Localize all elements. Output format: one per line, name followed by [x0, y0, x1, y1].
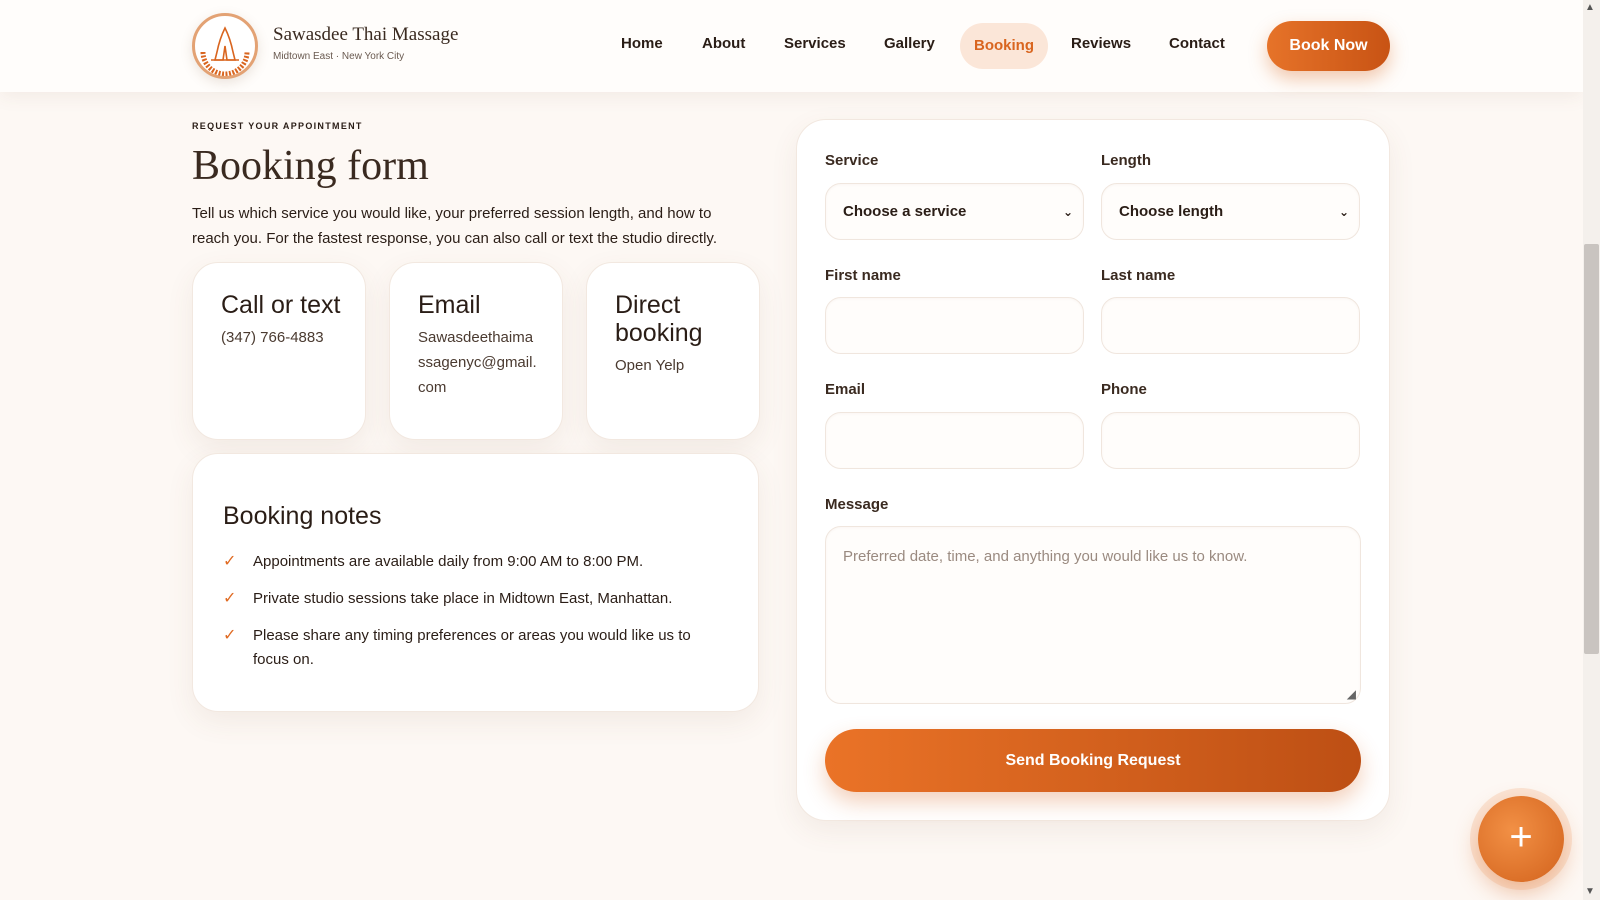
length-select-value: Choose length — [1119, 203, 1224, 220]
note-text: Appointments are available daily from 9:… — [253, 553, 644, 570]
intro-text: Tell us which service you would like, yo… — [192, 205, 717, 247]
resize-handle-icon[interactable]: ◢ — [1347, 687, 1356, 701]
email-input[interactable] — [825, 412, 1084, 469]
nav-home[interactable]: Home — [621, 35, 663, 52]
page-title: Booking form — [192, 143, 429, 189]
nav-contact[interactable]: Contact — [1169, 35, 1225, 52]
service-select[interactable]: Choose a service ⌄ — [825, 183, 1084, 240]
last-name-label: Last name — [1101, 267, 1176, 284]
scrollbar-thumb[interactable] — [1584, 244, 1599, 654]
last-name-input[interactable] — [1101, 297, 1360, 354]
check-icon: ✓ — [223, 627, 237, 644]
scroll-up-icon[interactable]: ▲ — [1585, 2, 1595, 13]
note-item: ✓ Private studio sessions take place in … — [223, 587, 728, 611]
length-select[interactable]: Choose length ⌄ — [1101, 183, 1360, 240]
check-icon: ✓ — [223, 590, 237, 607]
note-item: ✓ Please share any timing preferences or… — [223, 624, 728, 672]
send-booking-request-button[interactable]: Send Booking Request — [825, 729, 1361, 792]
note-text: Private studio sessions take place in Mi… — [253, 590, 673, 607]
nav-services[interactable]: Services — [784, 35, 846, 52]
call-card-title: Call or text — [221, 291, 341, 319]
message-label: Message — [825, 496, 889, 513]
chevron-down-icon: ⌄ — [1338, 205, 1349, 219]
brand-name[interactable]: Sawasdee Thai Massage — [273, 24, 458, 46]
phone-input[interactable] — [1101, 412, 1360, 469]
section-eyebrow: REQUEST YOUR APPOINTMENT — [192, 121, 363, 131]
message-placeholder: Preferred date, time, and anything you w… — [843, 548, 1248, 565]
email-label: Email — [825, 381, 866, 398]
open-yelp-link[interactable]: Open Yelp — [615, 353, 737, 378]
booking-notes-title: Booking notes — [223, 502, 382, 530]
first-name-label: First name — [825, 267, 901, 284]
email-card-title: Email — [418, 291, 481, 319]
service-select-value: Choose a service — [843, 203, 967, 220]
note-item: ✓ Appointments are available daily from … — [223, 550, 728, 574]
brand-tagline: Midtown East · New York City — [273, 51, 405, 62]
direct-booking-card[interactable]: Direct booking Open Yelp — [586, 262, 760, 440]
message-textarea[interactable]: Preferred date, time, and anything you w… — [825, 526, 1361, 704]
email-card[interactable]: Email Sawasdeethaimassagenyc@gmail.com — [389, 262, 563, 440]
call-card[interactable]: Call or text (347) 766-4883 — [192, 262, 366, 440]
first-name-input[interactable] — [825, 297, 1084, 354]
scroll-down-icon[interactable]: ▼ — [1585, 886, 1595, 897]
nav-reviews[interactable]: Reviews — [1071, 35, 1131, 52]
service-label: Service — [825, 152, 879, 169]
email-address-link[interactable]: Sawasdeethaimassagenyc@gmail.com — [418, 325, 540, 400]
praying-hands-icon — [197, 18, 253, 76]
chevron-down-icon: ⌄ — [1062, 205, 1073, 219]
plus-icon[interactable]: + — [1478, 796, 1564, 882]
nav-about[interactable]: About — [702, 35, 745, 52]
nav-booking[interactable]: Booking — [960, 23, 1048, 69]
phone-number-link[interactable]: (347) 766-4883 — [221, 325, 343, 350]
phone-label: Phone — [1101, 381, 1147, 398]
book-now-button[interactable]: Book Now — [1267, 21, 1390, 71]
note-text: Please share any timing preferences or a… — [253, 627, 691, 668]
nav-gallery[interactable]: Gallery — [884, 35, 935, 52]
brand-logo[interactable] — [192, 13, 258, 79]
site-header: Sawasdee Thai Massage Midtown East · New… — [0, 0, 1583, 92]
check-icon: ✓ — [223, 553, 237, 570]
booking-notes-card: Booking notes ✓ Appointments are availab… — [192, 453, 759, 712]
length-label: Length — [1101, 152, 1151, 169]
direct-booking-card-title: Direct booking — [615, 291, 703, 347]
